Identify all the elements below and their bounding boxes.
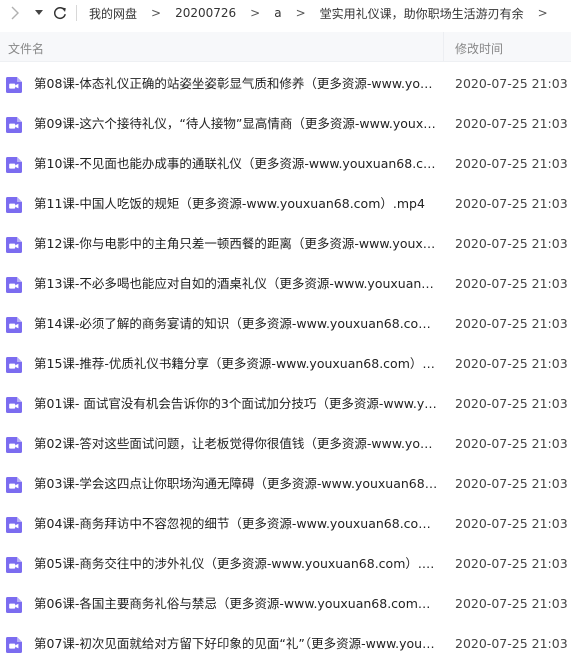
file-name[interactable]: 第04课-商务拜访中不容忽视的细节（更多资源-www.youxuan68.com… — [34, 516, 438, 532]
file-row[interactable]: 第03课-学会这四点让你职场沟通无障碍（更多资源-www.youxuan68.c… — [0, 464, 571, 504]
breadcrumb-item[interactable]: a — [274, 6, 281, 20]
video-file-icon — [6, 77, 22, 93]
video-file-icon — [6, 317, 22, 333]
video-file-icon — [6, 117, 22, 133]
file-row[interactable]: 第08课-体态礼仪正确的站姿坐姿彰显气质和修养（更多资源-www.youxuan… — [0, 64, 571, 104]
file-modified-time: 2020-07-25 21:03 — [455, 436, 568, 451]
file-modified-time: 2020-07-25 21:03 — [455, 356, 568, 371]
file-name[interactable]: 第15课-推荐-优质礼仪书籍分享（更多资源-www.youxuan68.com）… — [34, 356, 438, 372]
breadcrumb-separator: > — [151, 6, 162, 20]
file-modified-time: 2020-07-25 21:03 — [455, 636, 568, 651]
file-modified-time: 2020-07-25 21:03 — [455, 236, 568, 251]
video-file-icon — [6, 357, 22, 373]
toolbar: 我的网盘 >20200726 > a > 堂实用礼仪课，助你职场生活游刃有余 > — [0, 0, 571, 26]
chevron-down-icon — [35, 10, 43, 15]
file-modified-time: 2020-07-25 21:03 — [455, 276, 568, 291]
file-modified-time: 2020-07-25 21:03 — [455, 396, 568, 411]
file-modified-time: 2020-07-25 21:03 — [455, 556, 568, 571]
file-name[interactable]: 第05课-商务交往中的涉外礼仪（更多资源-www.youxuan68.com）.… — [34, 556, 438, 572]
file-row[interactable]: 第05课-商务交往中的涉外礼仪（更多资源-www.youxuan68.com）.… — [0, 544, 571, 584]
file-modified-time: 2020-07-25 21:03 — [455, 476, 568, 491]
column-divider — [443, 32, 444, 61]
refresh-button[interactable] — [48, 0, 72, 26]
file-name[interactable]: 第14课-必须了解的商务宴请的知识（更多资源-www.youxuan68.com… — [34, 316, 438, 332]
file-row[interactable]: 第13课-不必多喝也能应对自如的酒桌礼仪（更多资源-www.youxuan68.… — [0, 264, 571, 304]
breadcrumb-item[interactable]: 堂实用礼仪课，助你职场生活游刃有余 — [320, 5, 524, 22]
file-modified-time: 2020-07-25 21:03 — [455, 156, 568, 171]
video-file-icon — [6, 597, 22, 613]
file-row[interactable]: 第14课-必须了解的商务宴请的知识（更多资源-www.youxuan68.com… — [0, 304, 571, 344]
file-name[interactable]: 第12课-你与电影中的主角只差一顿西餐的距离（更多资源-www.youxuan6… — [34, 236, 438, 252]
video-file-icon — [6, 277, 22, 293]
file-list-header: 文件名 修改时间 — [0, 32, 571, 62]
column-header-name[interactable]: 文件名 — [8, 40, 44, 57]
video-file-icon — [6, 237, 22, 253]
file-name[interactable]: 第02课-答对这些面试问题，让老板觉得你很值钱（更多资源-www.youxuan… — [34, 436, 438, 452]
chevron-left-icon — [11, 6, 19, 20]
breadcrumb: 我的网盘 >20200726 > a > 堂实用礼仪课，助你职场生活游刃有余 > — [83, 5, 562, 22]
toolbar-divider — [76, 5, 77, 21]
file-row[interactable]: 第06课-各国主要商务礼俗与禁忌（更多资源-www.youxuan68.com）… — [0, 584, 571, 624]
video-file-icon — [6, 197, 22, 213]
file-modified-time: 2020-07-25 21:03 — [455, 76, 568, 91]
file-modified-time: 2020-07-25 21:03 — [455, 596, 568, 611]
file-name[interactable]: 第09课-这六个接待礼仪，“待人接物”显高情商（更多资源-www.youxuan… — [34, 116, 438, 132]
file-name[interactable]: 第08课-体态礼仪正确的站姿坐姿彰显气质和修养（更多资源-www.youxuan… — [34, 76, 438, 92]
video-file-icon — [6, 637, 22, 653]
file-name[interactable]: 第11课-中国人吃饭的规矩（更多资源-www.youxuan68.com）.mp… — [34, 196, 438, 212]
breadcrumb-separator: > — [537, 6, 548, 20]
file-name[interactable]: 第07课-初次见面就给对方留下好印象的见面“礼”（更多资源-www.youxua… — [34, 636, 438, 652]
file-row[interactable]: 第04课-商务拜访中不容忽视的细节（更多资源-www.youxuan68.com… — [0, 504, 571, 544]
file-row[interactable]: 第12课-你与电影中的主角只差一顿西餐的距离（更多资源-www.youxuan6… — [0, 224, 571, 264]
file-name[interactable]: 第03课-学会这四点让你职场沟通无障碍（更多资源-www.youxuan68.c… — [34, 476, 438, 492]
file-list: 第08课-体态礼仪正确的站姿坐姿彰显气质和修养（更多资源-www.youxuan… — [0, 64, 571, 664]
breadcrumb-separator: > — [250, 6, 261, 20]
file-modified-time: 2020-07-25 21:03 — [455, 116, 568, 131]
refresh-icon — [54, 7, 66, 20]
video-file-icon — [6, 477, 22, 493]
video-file-icon — [6, 557, 22, 573]
file-name[interactable]: 第10课-不见面也能办成事的通联礼仪（更多资源-www.youxuan68.co… — [34, 156, 438, 172]
video-file-icon — [6, 437, 22, 453]
file-row[interactable]: 第09课-这六个接待礼仪，“待人接物”显高情商（更多资源-www.youxuan… — [0, 104, 571, 144]
breadcrumb-separator: > — [295, 6, 306, 20]
video-file-icon — [6, 517, 22, 533]
file-modified-time: 2020-07-25 21:03 — [455, 316, 568, 331]
file-row[interactable]: 第01课- 面试官没有机会告诉你的3个面试加分技巧（更多资源-www.youxu… — [0, 384, 571, 424]
file-name[interactable]: 第13课-不必多喝也能应对自如的酒桌礼仪（更多资源-www.youxuan68.… — [34, 276, 438, 292]
back-button[interactable] — [0, 0, 30, 26]
file-row[interactable]: 第15课-推荐-优质礼仪书籍分享（更多资源-www.youxuan68.com）… — [0, 344, 571, 384]
file-row[interactable]: 第10课-不见面也能办成事的通联礼仪（更多资源-www.youxuan68.co… — [0, 144, 571, 184]
history-dropdown-button[interactable] — [30, 0, 48, 26]
file-name[interactable]: 第06课-各国主要商务礼俗与禁忌（更多资源-www.youxuan68.com）… — [34, 596, 438, 612]
video-file-icon — [6, 157, 22, 173]
video-file-icon — [6, 397, 22, 413]
file-name[interactable]: 第01课- 面试官没有机会告诉你的3个面试加分技巧（更多资源-www.youxu… — [34, 396, 438, 412]
breadcrumb-item[interactable]: 我的网盘 — [89, 5, 137, 22]
file-modified-time: 2020-07-25 21:03 — [455, 196, 568, 211]
file-row[interactable]: 第07课-初次见面就给对方留下好印象的见面“礼”（更多资源-www.youxua… — [0, 624, 571, 664]
breadcrumb-item[interactable]: 20200726 — [175, 6, 236, 20]
file-row[interactable]: 第02课-答对这些面试问题，让老板觉得你很值钱（更多资源-www.youxuan… — [0, 424, 571, 464]
file-modified-time: 2020-07-25 21:03 — [455, 516, 568, 531]
column-header-modified[interactable]: 修改时间 — [455, 40, 503, 57]
file-row[interactable]: 第11课-中国人吃饭的规矩（更多资源-www.youxuan68.com）.mp… — [0, 184, 571, 224]
